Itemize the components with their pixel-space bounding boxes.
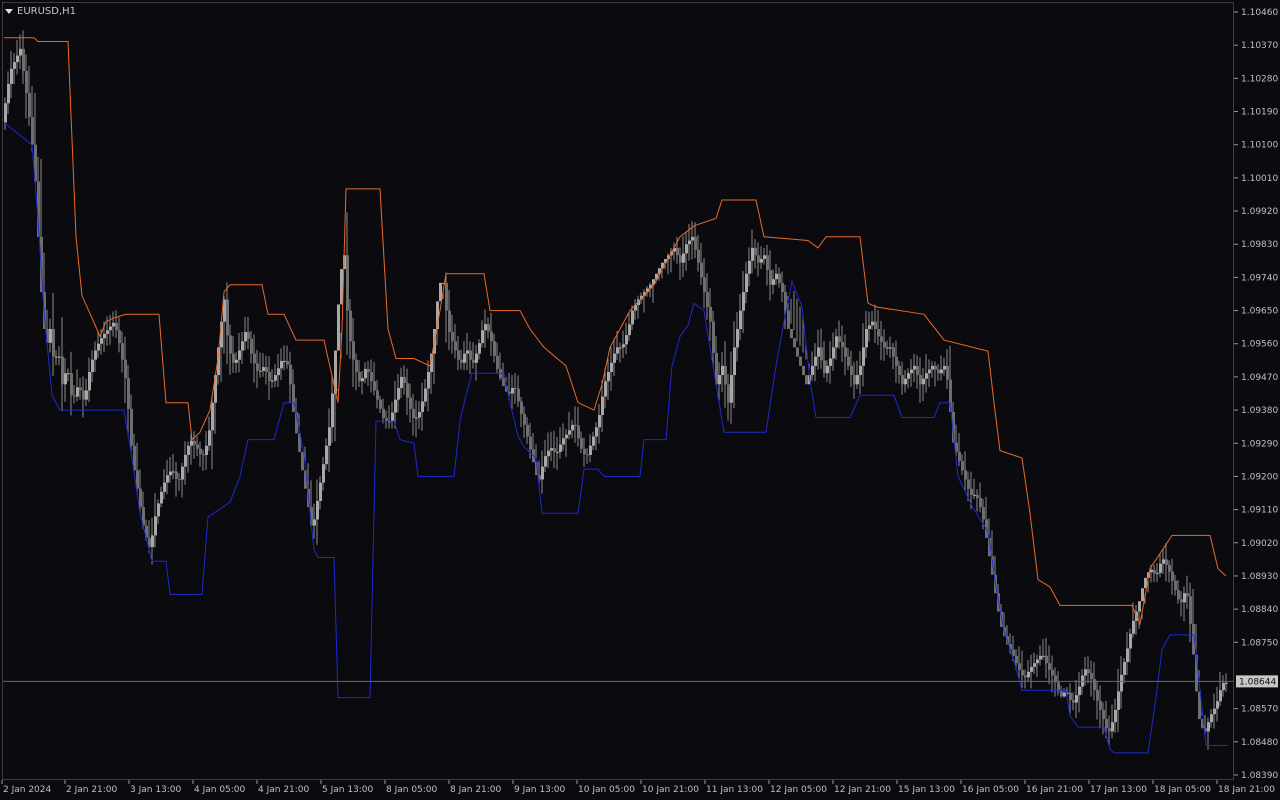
x-tick-label: 11 Jan 13:00 — [706, 785, 763, 795]
x-tick-label: 4 Jan 05:00 — [194, 785, 246, 795]
symbol-text: EURUSD,H1 — [17, 5, 77, 17]
x-tick-label: 18 Jan 05:00 — [1154, 785, 1211, 795]
chart-window: 1.10460 1.10370 1.10280 1.10190 1.10100 1.100… — [0, 0, 1280, 800]
y-tick-label: 1.10010 — [1241, 174, 1278, 184]
x-tick-label: 15 Jan 13:00 — [898, 785, 955, 795]
x-tick-label: 12 Jan 05:00 — [770, 785, 827, 795]
plot-area[interactable] — [2, 2, 1234, 780]
y-tick-label: 1.08750 — [1241, 638, 1278, 648]
dropdown-triangle-icon[interactable] — [5, 8, 13, 14]
x-tick-label: 2 Jan 21:00 — [66, 785, 118, 795]
current-price-value: 1.08644 — [1239, 677, 1276, 687]
y-tick-label: 1.09560 — [1241, 340, 1278, 350]
x-tick-label: 8 Jan 21:00 — [450, 785, 502, 795]
y-tick-label: 1.10190 — [1241, 108, 1278, 118]
x-tick-label: 10 Jan 05:00 — [578, 785, 635, 795]
y-tick-label: 1.08930 — [1241, 572, 1278, 582]
y-tick-label: 1.09830 — [1241, 240, 1278, 250]
x-tick-label: 17 Jan 13:00 — [1090, 785, 1147, 795]
x-tick-label: 8 Jan 05:00 — [386, 785, 438, 795]
x-tick-label: 3 Jan 13:00 — [130, 785, 182, 795]
y-tick-label: 1.10370 — [1241, 41, 1278, 51]
y-tick-label: 1.08840 — [1241, 605, 1278, 615]
y-tick-label: 1.10460 — [1241, 8, 1278, 18]
y-tick-label: 1.09200 — [1241, 472, 1278, 482]
x-tick-label: 2 Jan 2024 — [3, 785, 51, 795]
y-tick-label: 1.08480 — [1241, 738, 1278, 748]
x-tick-label: 5 Jan 13:00 — [322, 785, 374, 795]
x-tick-label: 4 Jan 21:00 — [258, 785, 310, 795]
x-tick-label: 18 Jan 21:00 — [1218, 785, 1275, 795]
y-tick-label: 1.08390 — [1241, 771, 1278, 781]
y-tick-label: 1.10100 — [1241, 141, 1278, 151]
y-tick-label: 1.09110 — [1241, 506, 1278, 516]
y-tick-label: 1.09020 — [1241, 539, 1278, 549]
y-tick-label: 1.10280 — [1241, 74, 1278, 84]
y-tick-label: 1.09290 — [1241, 439, 1278, 449]
y-tick-label: 1.09380 — [1241, 406, 1278, 416]
y-tick-label: 1.09920 — [1241, 207, 1278, 217]
y-tick-label: 1.08570 — [1241, 705, 1278, 715]
y-tick-label: 1.09740 — [1241, 273, 1278, 283]
x-tick-label: 16 Jan 21:00 — [1026, 785, 1083, 795]
x-tick-label: 10 Jan 21:00 — [642, 785, 699, 795]
y-tick-label: 1.09650 — [1241, 307, 1278, 317]
y-tick-label: 1.09470 — [1241, 373, 1278, 383]
x-tick-label: 16 Jan 05:00 — [962, 785, 1019, 795]
x-tick-label: 9 Jan 13:00 — [514, 785, 566, 795]
symbol-label[interactable]: EURUSD,H1 — [5, 4, 76, 18]
x-tick-label: 12 Jan 21:00 — [834, 785, 891, 795]
